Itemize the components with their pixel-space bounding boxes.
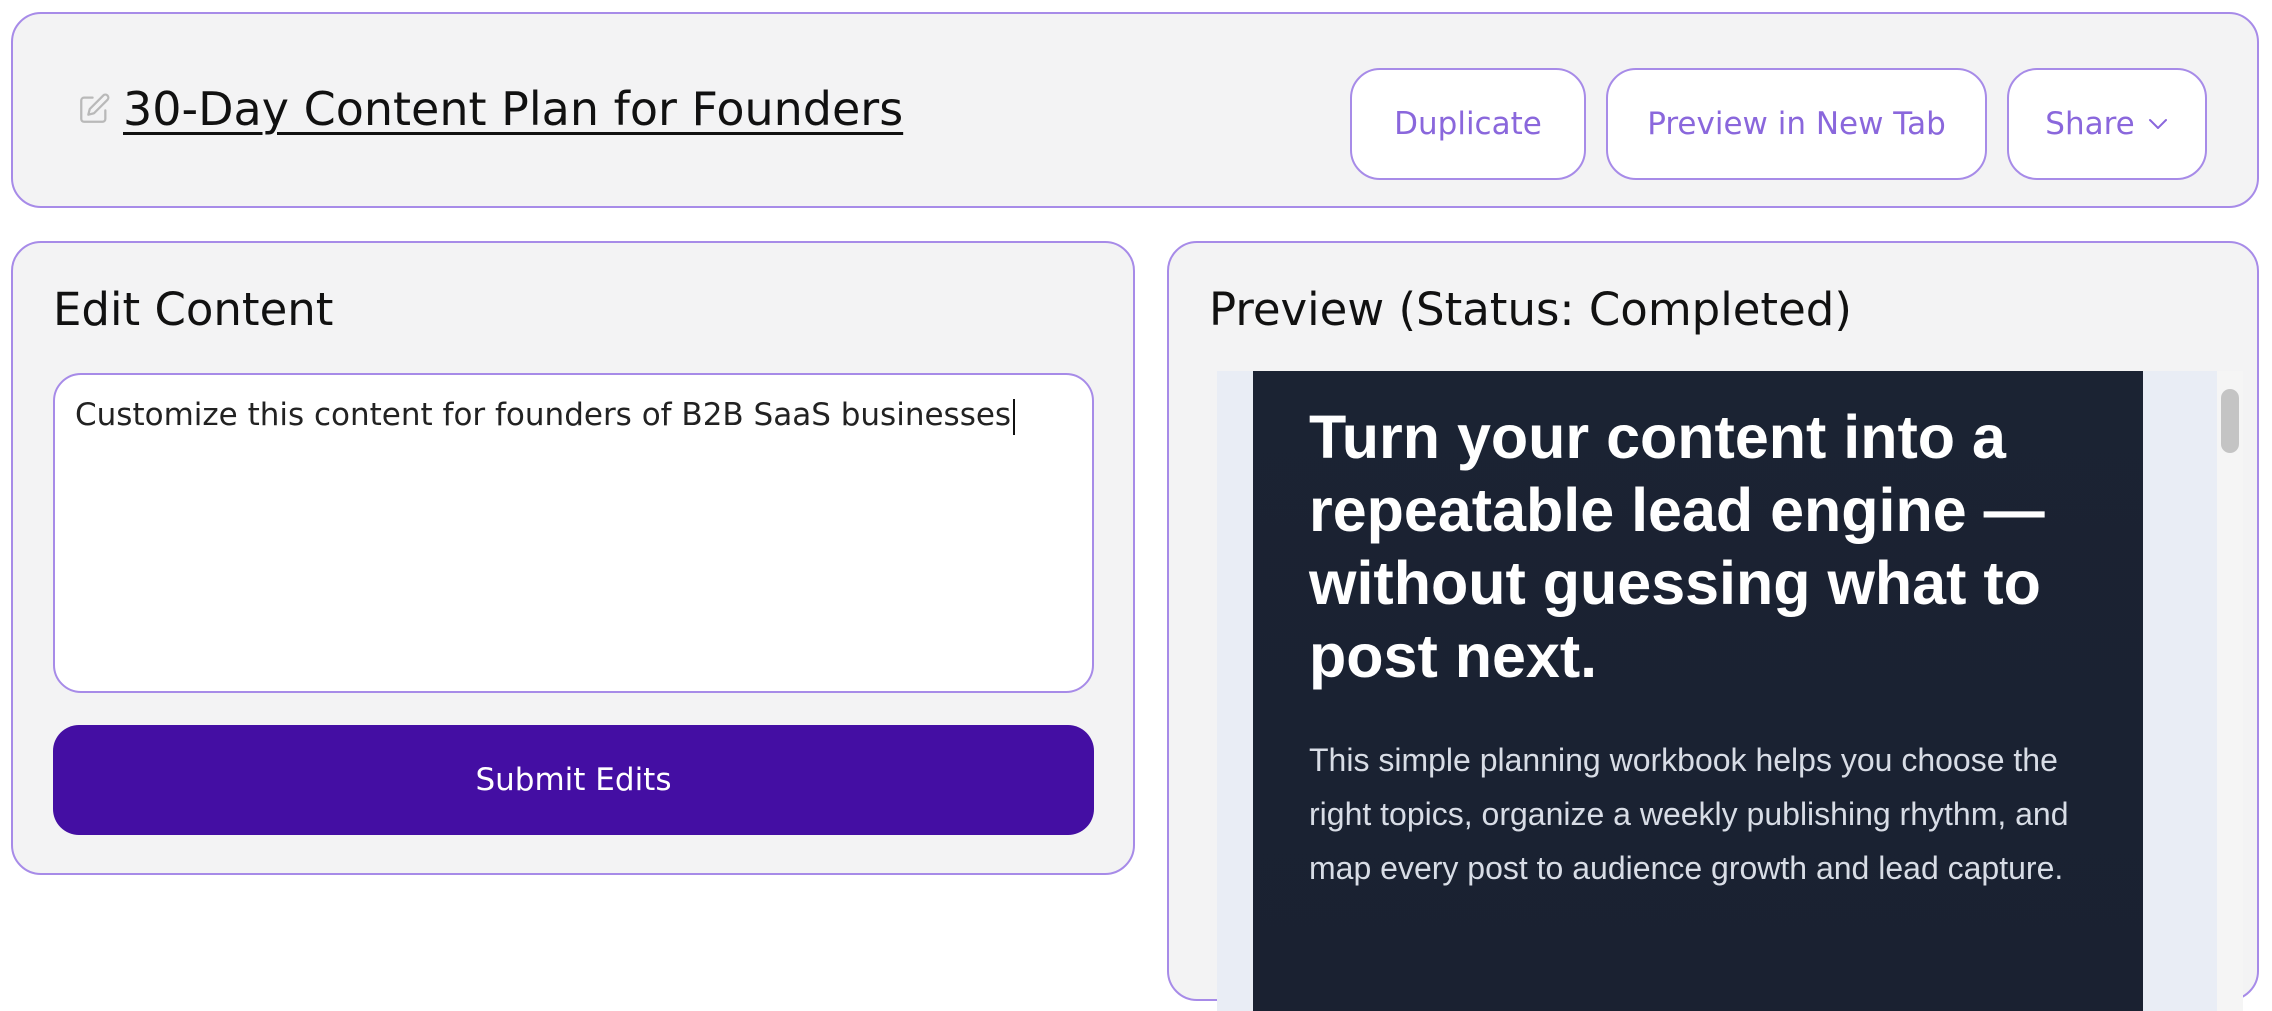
preview-body-text: This simple planning workbook helps you …: [1309, 742, 2069, 886]
duplicate-button[interactable]: Duplicate: [1350, 68, 1586, 180]
preview-scrollbar[interactable]: [2217, 371, 2243, 1011]
page-title[interactable]: 30-Day Content Plan for Founders: [123, 82, 903, 136]
submit-edits-button-label: Submit Edits: [475, 762, 672, 798]
edit-content-input-value: Customize this content for founders of B…: [75, 397, 1012, 433]
preview-headline: Turn your content into a repeatable lead…: [1309, 403, 2045, 690]
preview-frame[interactable]: Turn your content into a repeatable lead…: [1217, 371, 2243, 1011]
preview-hero: Turn your content into a repeatable lead…: [1253, 371, 2143, 1011]
edit-icon[interactable]: [77, 92, 111, 126]
header-bar: 30-Day Content Plan for Founders Duplica…: [11, 12, 2259, 208]
chevron-down-icon: [2148, 119, 2167, 129]
share-button[interactable]: Share: [2007, 68, 2207, 180]
share-button-label: Share: [2045, 106, 2135, 142]
submit-edits-button[interactable]: Submit Edits: [53, 725, 1094, 835]
preview-panel: Preview (Status: Completed) Turn your co…: [1167, 241, 2259, 1011]
duplicate-button-label: Duplicate: [1394, 106, 1542, 142]
preview-title: Preview (Status: Completed): [1209, 283, 1852, 336]
edit-content-input[interactable]: Customize this content for founders of B…: [53, 373, 1094, 693]
preview-new-tab-button-label: Preview in New Tab: [1647, 106, 1946, 142]
edit-content-panel: Edit Content Customize this content for …: [11, 241, 1135, 875]
edit-content-title: Edit Content: [53, 283, 334, 336]
title-group: 30-Day Content Plan for Founders: [77, 82, 903, 136]
preview-new-tab-button[interactable]: Preview in New Tab: [1606, 68, 1987, 180]
preview-scrollbar-thumb[interactable]: [2221, 389, 2239, 453]
text-caret: [1013, 398, 1016, 435]
